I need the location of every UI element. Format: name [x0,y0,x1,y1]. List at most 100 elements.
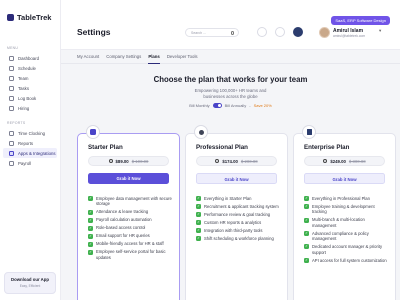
sidebar-item-schedule[interactable]: Schedule [3,63,57,73]
plan-price: $174.00 [222,158,238,164]
feature-item: ✓ Advanced compliance & policy management [304,231,389,242]
feature-text: Everything in Starter Plan [204,196,252,201]
billing-annually-label[interactable]: Bill Annually [225,103,247,108]
plan-card-starter-plan: Starter Plan $89.00 $ 100.00 Grab it Now ✓ Em… [77,125,180,300]
app-name: TableTrek [17,13,52,22]
check-icon: ✓ [88,209,93,215]
grab-it-now-button[interactable]: Grab it Now [196,173,277,184]
chevron-down-icon[interactable]: ▾ [379,28,381,34]
tab-plans[interactable]: Plans [148,50,160,64]
feature-item: ✓ Dedicated account manager & priority su… [304,244,389,255]
feature-item: ✓ Custom HR reports & analytics [196,220,281,226]
feature-text: Performance review & goal tracking [204,212,271,217]
feature-item: ✓ Role-based access control [88,225,173,231]
feature-text: Attendance & leave tracking [96,209,149,215]
plan-card-professional-plan: Professional Plan $174.00 $ 200.00 Grab it … [185,125,288,300]
feature-item: ✓ Performance review & goal tracking [196,212,281,218]
plan-card-enterprise-plan: Enterprise Plan $249.00 $ 300.00 Grab it No… [293,125,396,300]
feature-text: Employee data management with secure sto… [96,196,172,207]
feature-item: ✓ Email support for HR queries [88,233,173,239]
notification-icon[interactable] [257,27,267,37]
sidebar-item-dashboard[interactable]: Dashboard [3,53,57,63]
search-placeholder: Search ... [191,31,206,35]
calendar-icon [9,65,14,71]
sidebar-item-payroll[interactable]: Payroll [3,158,57,168]
sidebar-item-label: Reports [18,140,34,146]
sidebar-item-reports[interactable]: Reports [3,138,57,148]
sidebar-item-team[interactable]: Team [3,73,57,83]
feature-item: ✓ Multi-branch & multi-location managemen… [304,217,389,228]
feature-text: Employee training & development tracking [312,204,375,215]
download-app-subtitle: Easy, Efficient [19,284,41,288]
check-icon: ✓ [196,228,201,234]
plans-subtitle: Empowering 100,000+ HR teams and busines… [61,88,400,100]
logo[interactable]: TableTrek [0,0,60,22]
sidebar-item-tasks[interactable]: Tasks [3,83,57,93]
feature-text: Payroll calculation automation [96,217,152,223]
plan-old-price: $ 200.00 [240,158,258,164]
feature-list: ✓ Everything in Starter Plan ✓ Recruitment … [196,196,281,244]
plan-old-price: $ 100.00 [131,158,149,164]
download-app-card[interactable]: Download our App Easy, Efficient [4,272,56,294]
check-icon: ✓ [304,257,309,263]
sidebar-item-hiring[interactable]: Hiring [3,103,57,113]
sidebar-item-apps-integrations[interactable]: Apps & Integrations [3,148,57,158]
top-header: Settings Search ... Amirul Islam amirul@… [61,0,400,50]
plan-price: $89.00 [115,158,129,164]
user-email: amirul@tabletrek.com [333,34,366,38]
grab-it-now-button[interactable]: Grab it Now [88,173,169,184]
promo-badge[interactable]: SaaS, ERP Software Design [331,16,390,25]
check-icon: ✓ [88,249,93,255]
feature-item: ✓ Payroll calculation automation [88,217,173,223]
sidebar-item-time-clocking[interactable]: Time Clocking [3,128,57,138]
sidebar-item-label: Time Clocking [18,130,46,136]
feature-item: ✓ Everything in Starter Plan [196,196,281,202]
sidebar-item-log-book[interactable]: Log Book [3,93,57,103]
avatar[interactable] [319,27,330,38]
plans-header: Choose the plan that works for your team… [61,75,400,108]
sidebar-item-label: Apps & Integrations [18,150,56,156]
plan-old-price: $ 300.00 [348,158,366,164]
check-icon: ✓ [196,220,201,226]
wallet-icon [9,160,14,166]
coin-icon [215,159,220,163]
sidebar-item-label: Team [18,75,29,81]
check-icon: ✓ [196,236,201,242]
search-input[interactable]: Search ... [185,28,239,37]
check-icon: ✓ [304,217,309,223]
feature-text: Everything in Professional Plan [312,196,370,201]
tab-company-settings[interactable]: Company Settings [106,50,141,64]
plans-title: Choose the plan that works for your team [153,75,308,84]
feature-text: Shift scheduling & workforce planning [204,236,274,241]
message-icon[interactable] [275,27,285,37]
plan-price: $249.00 [330,158,346,164]
check-icon: ✓ [88,241,93,247]
tab-developer-tools[interactable]: Developer Tools [167,50,198,64]
price-box: $249.00 $ 300.00 [304,156,385,166]
checklist-icon [9,85,14,91]
sidebar: TableTrek MENU Dashboard Schedule Team Task… [0,0,61,300]
book-icon [9,95,14,101]
check-icon: ✓ [88,225,93,231]
sidebar-item-label: Hiring [18,105,30,111]
feature-text: Advanced compliance & policy management [312,230,369,242]
plan-glyph-icon [198,129,204,135]
feature-item: ✓ Integration with third-party tools [196,228,281,234]
check-icon: ✓ [196,204,201,210]
billing-monthly-label[interactable]: Bill Monthly [189,103,209,108]
price-box: $89.00 $ 100.00 [88,156,169,166]
clock-icon [9,130,14,136]
coin-icon [323,159,328,163]
settings-icon[interactable] [293,27,303,37]
billing-toggle[interactable] [212,103,222,108]
plan-icon [86,125,100,139]
feature-text: Integration with third-party tools [204,228,263,233]
users-icon [9,75,14,81]
feature-text: Multi-branch & multi-location management [312,217,365,228]
feature-item: ✓ Employee data management with secure st… [88,196,173,207]
grab-it-now-button[interactable]: Grab it Now [304,173,385,184]
check-icon: ✓ [88,233,93,239]
feature-item: ✓ Everything in Professional Plan [304,196,389,202]
check-icon: ✓ [88,196,93,202]
tab-my-account[interactable]: My Account [77,50,99,64]
